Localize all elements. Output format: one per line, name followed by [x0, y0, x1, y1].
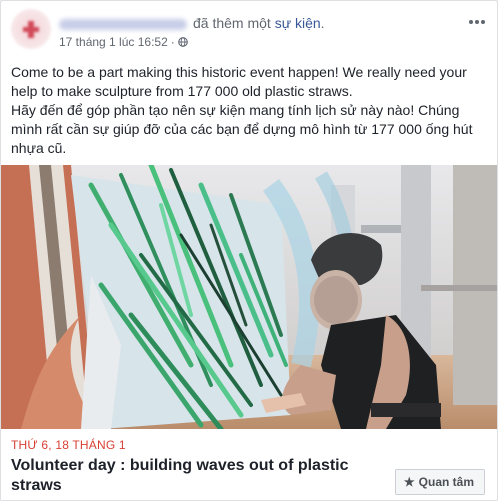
post-text-vietnamese: Hãy đến để góp phần tạo nên sự kiện mang…	[11, 102, 473, 156]
meta-separator: ·	[170, 35, 175, 49]
action-end: .	[320, 15, 325, 31]
event-cover-photo[interactable]	[1, 165, 497, 429]
star-icon: ★	[403, 475, 415, 489]
action-text: đã thêm một	[193, 15, 271, 31]
event-post: đã thêm một sự kiện. 17 tháng 1 lúc 16:5…	[0, 0, 498, 501]
interested-label: Quan tâm	[418, 475, 474, 489]
post-title-line: đã thêm một sự kiện.	[59, 14, 325, 32]
interested-button[interactable]: ★ Quan tâm	[394, 469, 485, 495]
event-caption[interactable]: THỨ 6, 18 THÁNG 1 Volunteer day : buildi…	[1, 429, 497, 500]
event-photo-illustration	[1, 165, 497, 429]
ellipsis-icon[interactable]	[467, 15, 487, 29]
event-link[interactable]: sự kiện	[275, 15, 321, 31]
post-body: Come to be a part making this historic e…	[11, 63, 489, 158]
post-meta: 17 tháng 1 lúc 16:52 ·	[59, 35, 188, 49]
globe-icon[interactable]	[177, 37, 188, 47]
page-avatar[interactable]	[11, 9, 51, 49]
event-title[interactable]: Volunteer day : building waves out of pl…	[11, 456, 371, 496]
post-header: đã thêm một sự kiện. 17 tháng 1 lúc 16:5…	[11, 9, 487, 53]
author-name-blurred[interactable]	[59, 18, 187, 30]
timestamp-link[interactable]: 17 tháng 1 lúc 16:52	[59, 35, 168, 49]
event-date: THỨ 6, 18 THÁNG 1	[11, 438, 126, 452]
post-text-english: Come to be a part making this historic e…	[11, 64, 467, 99]
